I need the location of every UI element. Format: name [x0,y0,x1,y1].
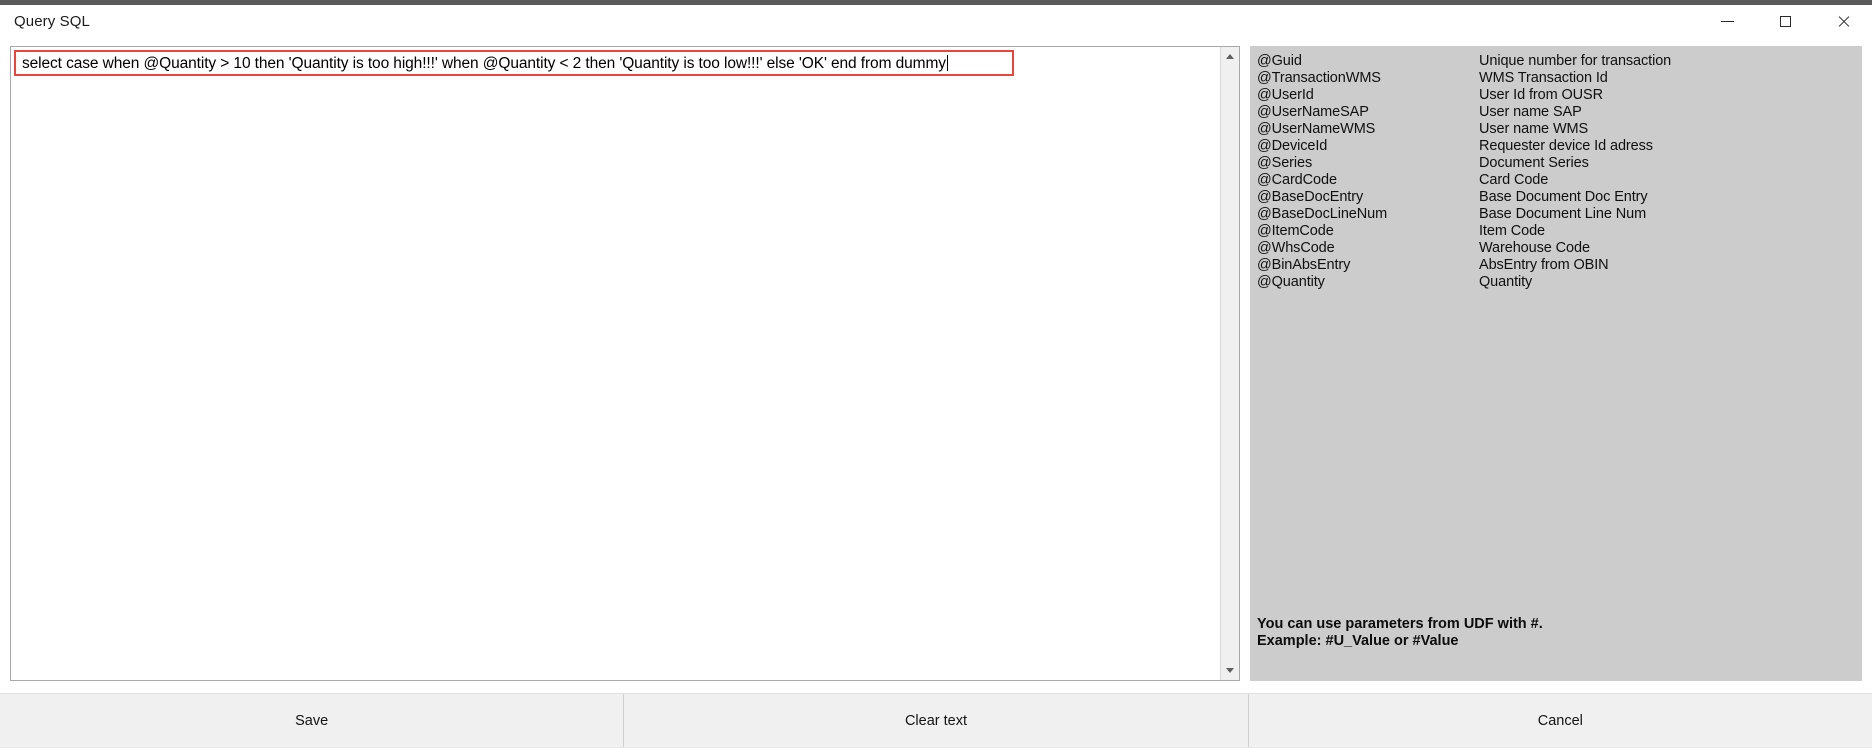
parameter-description: WMS Transaction Id [1479,70,1608,86]
query-sql-window: Query SQL select case when @Quantity > 1… [0,0,1872,752]
udf-hint: You can use parameters from UDF with #. … [1257,616,1543,650]
parameter-name: @BaseDocEntry [1257,189,1364,205]
scroll-track[interactable] [1221,66,1239,661]
parameter-description: Document Series [1479,155,1589,171]
sql-input-text: select case when @Quantity > 10 then 'Qu… [22,55,946,72]
parameter-row: @ItemCode Item Code [1251,223,1861,240]
parameter-description: Warehouse Code [1479,240,1590,256]
parameter-description: Base Document Line Num [1479,206,1647,222]
udf-hint-line2: Example: #U_Value or #Value [1257,633,1459,649]
parameter-row: @WhsCode Warehouse Code [1251,240,1861,257]
parameter-description: Unique number for transaction [1479,53,1672,69]
window-title: Query SQL [14,13,90,30]
close-button[interactable] [1814,5,1872,38]
clear-text-button[interactable]: Clear text [624,694,1249,747]
maximize-button[interactable] [1756,5,1814,38]
parameters-panel: @Guid Unique number for transaction @Tra… [1250,46,1862,681]
parameter-row: @DeviceId Requester device Id adress [1251,138,1861,155]
parameter-row: @UserNameWMS User name WMS [1251,121,1861,138]
parameter-name: @DeviceId [1257,138,1328,154]
titlebar: Query SQL [0,5,1872,38]
parameter-name: @Series [1257,155,1313,171]
parameter-name: @WhsCode [1257,240,1335,256]
parameter-name: @ItemCode [1257,223,1334,239]
window-controls [1698,5,1872,38]
editor-vertical-scrollbar[interactable] [1220,47,1239,680]
parameter-name: @UserNameSAP [1257,104,1369,120]
sql-editor-area[interactable]: select case when @Quantity > 10 then 'Qu… [11,47,1220,680]
parameter-row: @CardCode Card Code [1251,172,1861,189]
parameter-description: User name WMS [1479,121,1589,137]
parameter-name: @CardCode [1257,172,1337,188]
parameter-description: User name SAP [1479,104,1582,120]
scroll-down-button[interactable] [1221,661,1239,680]
parameter-description: Base Document Doc Entry [1479,189,1648,205]
parameter-description: User Id from OUSR [1479,87,1603,103]
parameter-name: @Guid [1257,53,1302,69]
window-bottom-edge [0,747,1872,752]
sql-input[interactable]: select case when @Quantity > 10 then 'Qu… [22,54,948,73]
parameter-row: @BaseDocLineNum Base Document Line Num [1251,206,1861,223]
parameter-description: Card Code [1479,172,1549,188]
parameter-name: @BinAbsEntry [1257,257,1351,273]
parameter-row: @BinAbsEntry AbsEntry from OBIN [1251,257,1861,274]
maximize-icon [1779,16,1791,27]
main-content: select case when @Quantity > 10 then 'Qu… [0,38,1872,685]
parameter-name: @UserId [1257,87,1314,103]
parameter-row: @TransactionWMS WMS Transaction Id [1251,70,1861,87]
parameter-description: Item Code [1479,223,1545,239]
parameter-name: @BaseDocLineNum [1257,206,1388,222]
parameter-name: @Quantity [1257,274,1325,290]
parameter-description: Requester device Id adress [1479,138,1653,154]
parameter-name: @UserNameWMS [1257,121,1376,137]
minimize-button[interactable] [1698,5,1756,38]
parameter-row: @Series Document Series [1251,155,1861,172]
parameter-row: @UserId User Id from OUSR [1251,87,1861,104]
footer-button-bar: Save Clear text Cancel [0,693,1872,747]
parameter-description: AbsEntry from OBIN [1479,257,1609,273]
chevron-down-icon [1226,668,1234,673]
parameter-row: @UserNameSAP User name SAP [1251,104,1861,121]
save-button[interactable]: Save [0,694,625,747]
parameter-row: @BaseDocEntry Base Document Doc Entry [1251,189,1861,206]
scroll-up-button[interactable] [1221,47,1239,66]
parameter-name: @TransactionWMS [1257,70,1381,86]
chevron-up-icon [1226,54,1234,59]
parameter-row: @Guid Unique number for transaction [1251,53,1861,70]
parameter-row: @Quantity Quantity [1251,274,1861,291]
sql-editor-container: select case when @Quantity > 10 then 'Qu… [10,46,1240,681]
udf-hint-line1: You can use parameters from UDF with #. [1257,616,1543,632]
close-icon [1837,15,1850,28]
parameter-description: Quantity [1479,274,1533,290]
minimize-icon [1720,21,1734,22]
cancel-button[interactable]: Cancel [1248,694,1872,747]
text-caret [946,55,948,71]
